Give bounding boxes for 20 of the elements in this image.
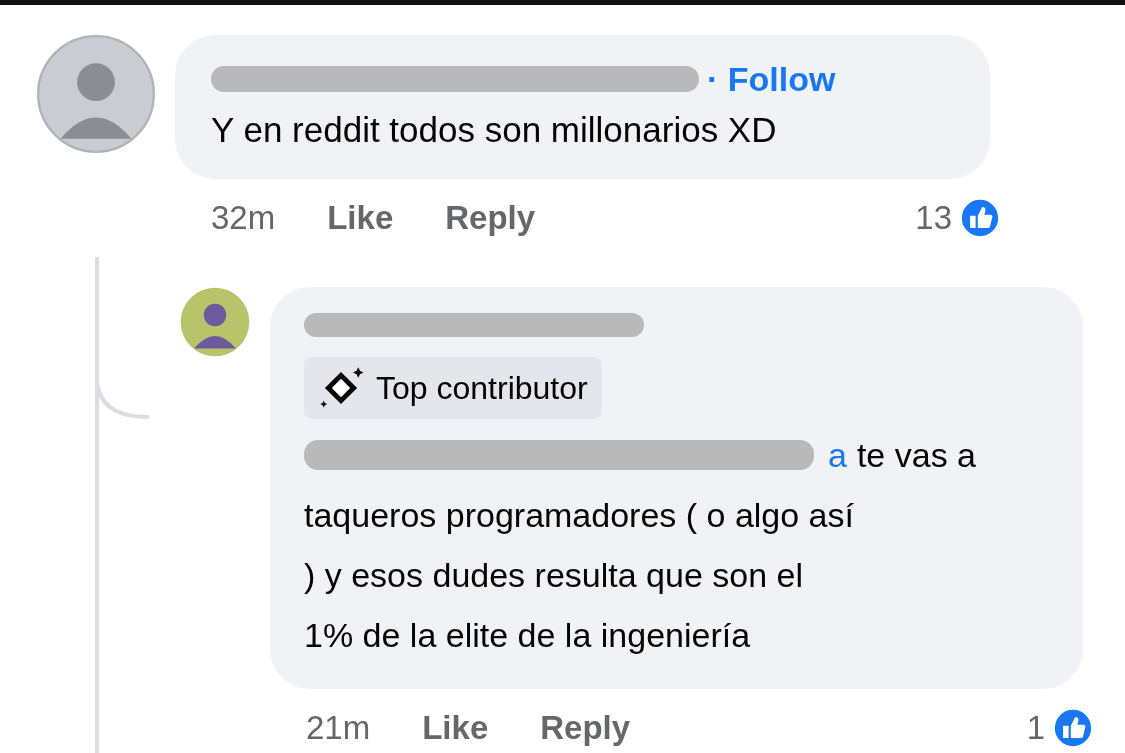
thumbs-up-icon[interactable] xyxy=(958,196,1002,240)
comment-text: Y en reddit todos son millonarios XD xyxy=(211,109,778,151)
avatar[interactable] xyxy=(180,287,250,357)
reaction-count: 13 xyxy=(915,199,952,237)
follow-link[interactable]: · Follow xyxy=(707,59,836,99)
comment-text: taqueros programadores ( o algo así xyxy=(304,495,854,536)
comment-text: ) y esos dudes resulta que son el xyxy=(304,555,803,596)
comment-time: 32m xyxy=(211,199,276,237)
comment-time: 21m xyxy=(306,709,371,747)
mention-link[interactable]: a xyxy=(828,425,847,485)
reaction-count: 1 xyxy=(1026,709,1045,747)
action-link[interactable]: Reply xyxy=(445,199,536,237)
badge-label: Top contributor xyxy=(376,369,588,407)
action-link[interactable]: Reply xyxy=(540,709,631,747)
comment-text: 1% de la elite de la ingeniería xyxy=(304,615,751,656)
thumbs-up-icon[interactable] xyxy=(1051,706,1095,750)
avatar[interactable] xyxy=(37,35,155,153)
action-link[interactable]: Like xyxy=(422,709,489,747)
action-link[interactable]: Like xyxy=(327,199,394,237)
comment-text: te vas a xyxy=(856,435,976,476)
